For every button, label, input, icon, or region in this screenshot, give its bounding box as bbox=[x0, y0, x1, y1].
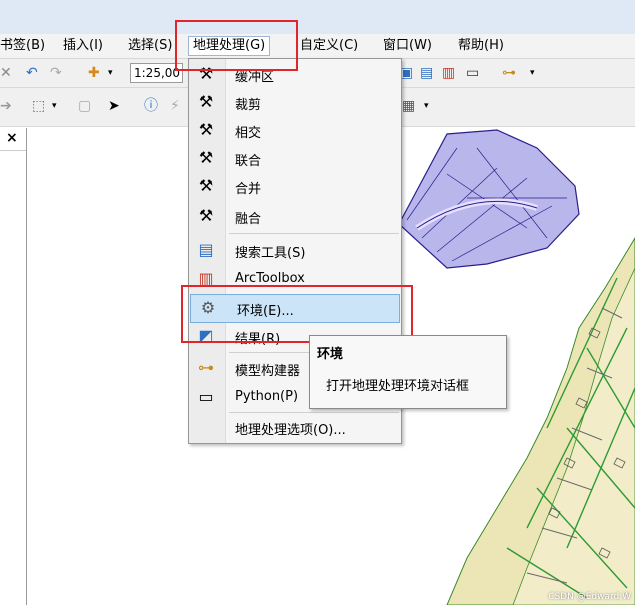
select-elements-icon[interactable]: ➤ bbox=[108, 96, 120, 116]
menu-item-label: Python(P) bbox=[235, 389, 299, 404]
toc-window-icon[interactable]: ▤ bbox=[420, 63, 433, 83]
delete-icon[interactable]: ✕ bbox=[0, 63, 12, 83]
menu-item-dissolve[interactable]: ⚒ 融合 bbox=[189, 203, 401, 230]
python-window-icon: ▭ bbox=[198, 387, 214, 406]
hyperlink-icon[interactable]: ⚡ bbox=[170, 96, 180, 116]
tooltip-title: 环境 bbox=[317, 347, 344, 362]
menu-item-union[interactable]: ⚒ 联合 bbox=[189, 145, 401, 172]
menu-item-label: 裁剪 bbox=[235, 98, 262, 113]
menu-item-intersect[interactable]: ⚒ 相交 bbox=[189, 117, 401, 144]
undo-icon[interactable]: ↶ bbox=[26, 63, 38, 83]
window-title-bar bbox=[0, 0, 635, 34]
menu-help[interactable]: 帮助(H) bbox=[458, 37, 504, 55]
arrow-right-icon[interactable]: ➔ bbox=[0, 96, 12, 116]
menu-item-label: 合并 bbox=[235, 182, 262, 197]
parcel-block-north bbox=[398, 129, 580, 269]
chevron-down-icon[interactable]: ▾ bbox=[108, 63, 113, 83]
toolbar-options-icon[interactable]: ▾ bbox=[424, 96, 429, 116]
menu-item-label: ArcToolbox bbox=[235, 271, 305, 286]
identify-icon[interactable]: ⓘ bbox=[144, 96, 158, 116]
menu-item-merge[interactable]: ⚒ 合并 bbox=[189, 173, 401, 200]
watermark: CSDN @Edward.W bbox=[548, 592, 631, 602]
model-builder-toolbar-icon[interactable]: ⊶ bbox=[502, 63, 516, 83]
toolbar-options-icon[interactable]: ▾ bbox=[530, 63, 535, 83]
menu-insert[interactable]: 插入(I) bbox=[63, 37, 103, 55]
chevron-down-icon[interactable]: ▾ bbox=[52, 96, 57, 116]
menu-separator bbox=[229, 412, 399, 413]
parcel-block-south bbox=[446, 237, 635, 605]
hammer-icon: ⚒ bbox=[198, 176, 214, 195]
arctoolbox-window-icon[interactable]: ▥ bbox=[442, 63, 455, 83]
menu-selection[interactable]: 选择(S) bbox=[128, 37, 172, 55]
annotation-box-geoprocessing bbox=[175, 20, 298, 71]
hammer-icon: ⚒ bbox=[198, 120, 214, 139]
select-features-icon[interactable]: ⬚ bbox=[32, 96, 45, 116]
menu-item-clip[interactable]: ⚒ 裁剪 bbox=[189, 89, 401, 116]
tooltip-description: 打开地理处理环境对话框 bbox=[326, 379, 470, 394]
menu-window[interactable]: 窗口(W) bbox=[383, 37, 432, 55]
menu-separator bbox=[229, 233, 399, 234]
menu-item-search-tools[interactable]: ▤ 搜索工具(S) bbox=[189, 237, 401, 264]
hammer-icon: ⚒ bbox=[198, 92, 214, 111]
menu-bar: 书签(B) 插入(I) 选择(S) 地理处理(G) 自定义(C) 窗口(W) 帮… bbox=[0, 34, 635, 59]
menu-item-label: 融合 bbox=[235, 212, 262, 227]
divider bbox=[0, 150, 26, 151]
hammer-icon: ⚒ bbox=[198, 206, 214, 225]
close-icon[interactable]: × bbox=[6, 130, 18, 146]
hammer-icon: ⚒ bbox=[198, 148, 214, 167]
menu-item-label: 模型构建器 bbox=[235, 364, 301, 379]
environments-tooltip: 环境 打开地理处理环境对话框 bbox=[309, 335, 507, 409]
menu-item-label: 相交 bbox=[235, 126, 262, 141]
menu-item-label: 联合 bbox=[235, 154, 262, 169]
search-window-icon: ▤ bbox=[198, 240, 214, 259]
measure-icon[interactable]: ▦ bbox=[402, 96, 415, 116]
add-data-icon[interactable]: ✚ bbox=[88, 63, 100, 83]
table-of-contents-panel: × bbox=[0, 128, 27, 605]
clear-selection-icon[interactable]: ▢ bbox=[78, 96, 91, 116]
menu-customize[interactable]: 自定义(C) bbox=[300, 37, 358, 55]
model-builder-icon: ⊶ bbox=[198, 358, 214, 377]
redo-icon[interactable]: ↷ bbox=[50, 63, 62, 83]
menu-bookmarks[interactable]: 书签(B) bbox=[0, 37, 45, 55]
menu-item-label: 地理处理选项(O)... bbox=[235, 423, 346, 438]
python-toolbar-icon[interactable]: ▭ bbox=[466, 63, 479, 83]
menu-item-geoprocessing-options[interactable]: 地理处理选项(O)... bbox=[189, 414, 401, 441]
menu-item-label: 搜索工具(S) bbox=[235, 246, 306, 261]
